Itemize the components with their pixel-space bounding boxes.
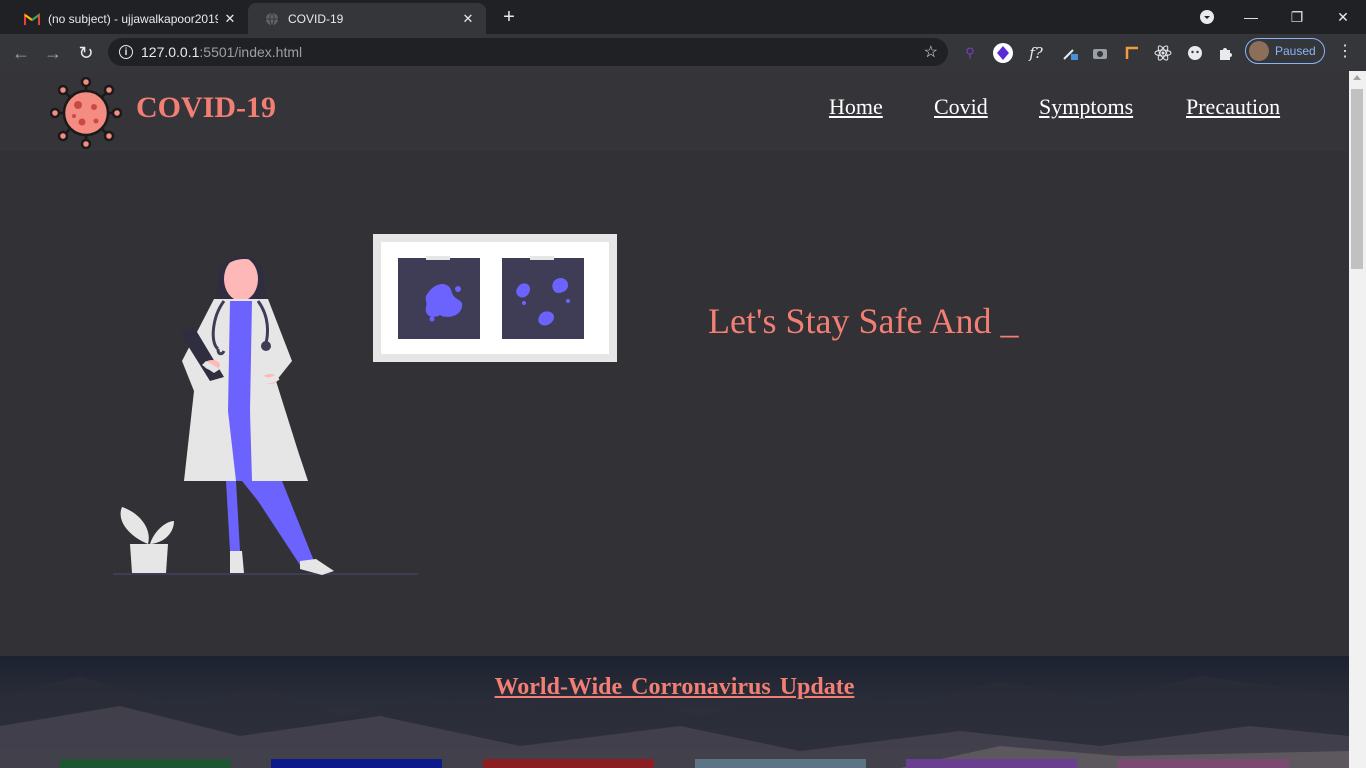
search-extension-icon[interactable]: ⚲ (958, 41, 982, 65)
globe-icon (264, 11, 280, 27)
stat-card (483, 759, 654, 768)
gmail-icon (24, 11, 40, 27)
doctor-figure (180, 255, 334, 575)
url-path: :5501/index.html (199, 44, 303, 60)
avatar (1249, 41, 1269, 61)
tab-gmail[interactable]: (no subject) - ujjawalkapoor2019 ✕ (8, 3, 248, 34)
url-host: 127.0.0.1 (141, 44, 200, 60)
xray-board-icon (373, 234, 617, 362)
close-window-button[interactable]: ✕ (1320, 0, 1366, 34)
browser-tab-bar: (no subject) - ujjawalkapoor2019 ✕ COVID… (0, 0, 1366, 34)
nav-home[interactable]: Home (829, 94, 883, 120)
nav-symptoms[interactable]: Symptoms (1039, 94, 1133, 120)
ruler-extension-icon[interactable] (1120, 41, 1144, 65)
nav-precaution[interactable]: Precaution (1186, 94, 1280, 120)
close-tab-icon[interactable]: ✕ (456, 11, 480, 27)
extensions-puzzle-icon[interactable] (1214, 41, 1238, 65)
profile-status: Paused (1275, 44, 1316, 58)
bookmark-star-icon[interactable]: ☆ (924, 42, 938, 62)
camera-extension-icon[interactable] (1088, 41, 1112, 65)
scroll-up-icon[interactable] (1353, 75, 1361, 80)
doctor-illustration (113, 234, 617, 575)
nav-covid[interactable]: Covid (934, 94, 988, 120)
tab-covid[interactable]: COVID-19 ✕ (248, 3, 486, 34)
web-page: COVID-19 Home Covid Symptoms Precaution (0, 71, 1349, 768)
site-brand[interactable]: COVID-19 (136, 91, 276, 125)
plant-icon (120, 507, 174, 573)
page-scrollbar[interactable] (1349, 71, 1366, 768)
profile-button[interactable]: Paused (1245, 38, 1325, 64)
tab-title: COVID-19 (288, 11, 344, 26)
minimize-button[interactable]: — (1228, 0, 1274, 34)
virus-logo-icon[interactable] (50, 77, 122, 149)
hero-tagline: Let's Stay Safe And _ (708, 301, 1019, 341)
update-section: World-Wide Corronavirus Update (0, 656, 1349, 768)
back-icon[interactable]: ← (8, 40, 34, 66)
stat-card (906, 759, 1077, 768)
new-tab-button[interactable]: + (498, 6, 520, 28)
face-extension-icon[interactable] (1183, 41, 1207, 65)
site-header: COVID-19 Home Covid Symptoms Precaution (0, 71, 1349, 151)
close-tab-icon[interactable]: ✕ (218, 11, 242, 27)
chevron-down-icon (1200, 10, 1214, 24)
diamond-extension-icon[interactable] (991, 41, 1015, 65)
restore-button[interactable]: ❐ (1274, 0, 1320, 34)
eyedropper-extension-icon[interactable] (1058, 41, 1082, 65)
address-bar[interactable]: i 127.0.0.1:5501/index.html ☆ (108, 38, 948, 66)
tab-title: (no subject) - ujjawalkapoor2019 (48, 11, 218, 26)
forward-icon[interactable]: → (40, 40, 66, 66)
stat-card (60, 759, 231, 768)
stat-card (271, 759, 442, 768)
mountain-background (0, 676, 1349, 768)
reload-icon[interactable]: ↻ (73, 40, 99, 66)
react-devtools-icon[interactable] (1151, 41, 1175, 65)
tab-search-button[interactable] (1184, 0, 1230, 34)
fonts-extension-icon[interactable]: f? (1024, 41, 1048, 65)
scrollbar-thumb[interactable] (1351, 89, 1363, 269)
stat-card (695, 759, 866, 768)
stat-card (1118, 759, 1289, 768)
update-title: World-Wide Corronavirus Update (494, 674, 855, 700)
info-icon[interactable]: i (119, 45, 133, 59)
chrome-menu-icon[interactable]: ⋮ (1335, 41, 1355, 65)
browser-toolbar: ← → ↻ i 127.0.0.1:5501/index.html ☆ ⚲ f?… (0, 34, 1366, 71)
